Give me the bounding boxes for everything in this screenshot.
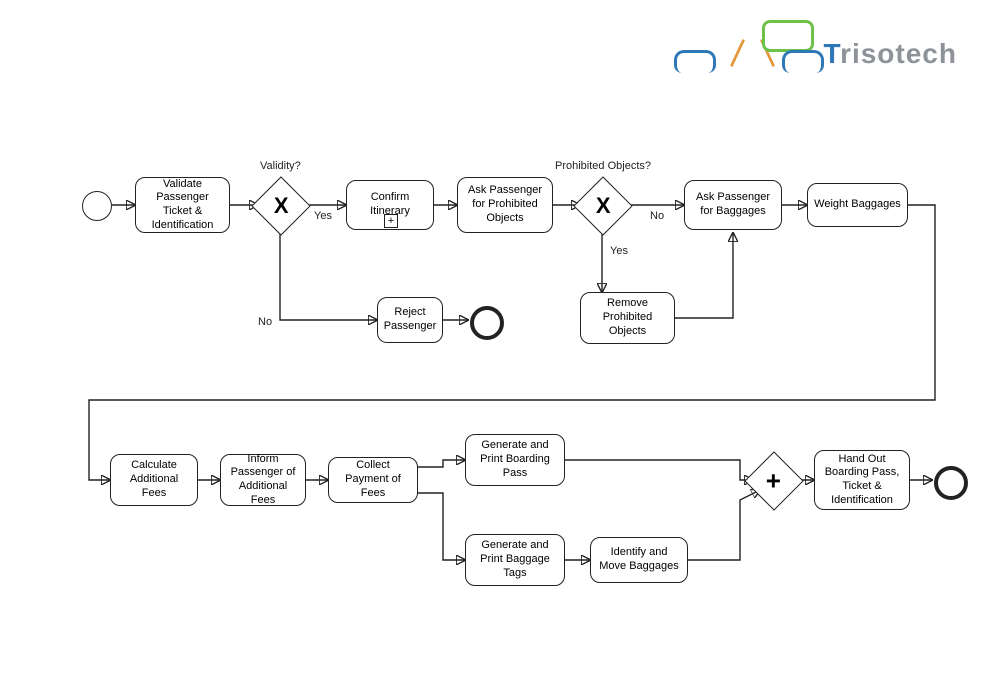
task-reject-label: Reject Passenger bbox=[384, 306, 437, 334]
gateway-validity: X bbox=[251, 176, 310, 235]
gateway-validity-mark: X bbox=[274, 193, 289, 219]
task-collect-fees: Collect Payment of Fees bbox=[328, 457, 418, 503]
task-hand-out: Hand Out Boarding Pass, Ticket & Identif… bbox=[814, 450, 910, 510]
task-weight-baggages: Weight Baggages bbox=[807, 183, 908, 227]
diagram-canvas: Trisotech bbox=[0, 0, 987, 677]
logo-letter-t: T bbox=[824, 38, 841, 69]
end-event-reject bbox=[470, 306, 504, 340]
task-identify-move-label: Identify and Move Baggages bbox=[597, 546, 681, 574]
task-remove-label: Remove Prohibited Objects bbox=[587, 297, 668, 338]
trisotech-logo: Trisotech bbox=[674, 20, 958, 70]
task-ask-baggages-label: Ask Passenger for Baggages bbox=[691, 191, 775, 219]
task-calc-label: Calculate Additional Fees bbox=[117, 459, 191, 500]
task-gen-boarding-pass: Generate and Print Boarding Pass bbox=[465, 434, 565, 486]
task-ask-prohibited: Ask Passenger for Prohibited Objects bbox=[457, 177, 553, 233]
logo-rect-blue-left bbox=[674, 50, 716, 73]
logo-word-risotech: risotech bbox=[840, 38, 957, 69]
gateway-prohibited: X bbox=[573, 176, 632, 235]
task-calc-fees: Calculate Additional Fees bbox=[110, 454, 198, 506]
task-validate-label: Validate Passenger Ticket & Identificati… bbox=[142, 178, 223, 233]
task-gen-boarding-label: Generate and Print Boarding Pass bbox=[472, 439, 558, 480]
task-inform-fees: Inform Passenger of Additional Fees bbox=[220, 454, 306, 506]
gateway-parallel-mark: + bbox=[766, 466, 781, 497]
task-gen-tags-label: Generate and Print Baggage Tags bbox=[472, 539, 558, 580]
subprocess-marker-icon: + bbox=[384, 214, 398, 228]
task-validate: Validate Passenger Ticket & Identificati… bbox=[135, 177, 230, 233]
label-validity: Validity? bbox=[260, 160, 301, 172]
label-prohibited-no: No bbox=[650, 210, 664, 222]
label-prohibited-yes: Yes bbox=[610, 245, 628, 257]
task-identify-move: Identify and Move Baggages bbox=[590, 537, 688, 583]
task-inform-label: Inform Passenger of Additional Fees bbox=[227, 453, 299, 508]
logo-shapes bbox=[674, 20, 824, 70]
start-event bbox=[82, 191, 112, 221]
logo-text: Trisotech bbox=[824, 38, 958, 70]
logo-connector-1 bbox=[729, 39, 744, 67]
gateway-prohibited-mark: X bbox=[596, 193, 611, 219]
label-validity-yes: Yes bbox=[314, 210, 332, 222]
task-ask-prohibited-label: Ask Passenger for Prohibited Objects bbox=[464, 184, 546, 225]
task-gen-baggage-tags: Generate and Print Baggage Tags bbox=[465, 534, 565, 586]
task-remove-prohibited: Remove Prohibited Objects bbox=[580, 292, 675, 344]
label-validity-no: No bbox=[258, 316, 272, 328]
task-confirm-itinerary: Confirm Itinerary + bbox=[346, 180, 434, 230]
task-ask-baggages: Ask Passenger for Baggages bbox=[684, 180, 782, 230]
end-event-complete bbox=[934, 466, 968, 500]
logo-rect-green bbox=[762, 20, 814, 52]
gateway-parallel-join: + bbox=[744, 451, 803, 510]
logo-rect-blue-right bbox=[782, 50, 824, 73]
task-hand-out-label: Hand Out Boarding Pass, Ticket & Identif… bbox=[821, 453, 903, 508]
subprocess-plus: + bbox=[388, 216, 394, 227]
task-reject-passenger: Reject Passenger bbox=[377, 297, 443, 343]
label-prohibited: Prohibited Objects? bbox=[555, 160, 651, 172]
task-weight-label: Weight Baggages bbox=[814, 198, 901, 212]
task-collect-label: Collect Payment of Fees bbox=[335, 459, 411, 500]
